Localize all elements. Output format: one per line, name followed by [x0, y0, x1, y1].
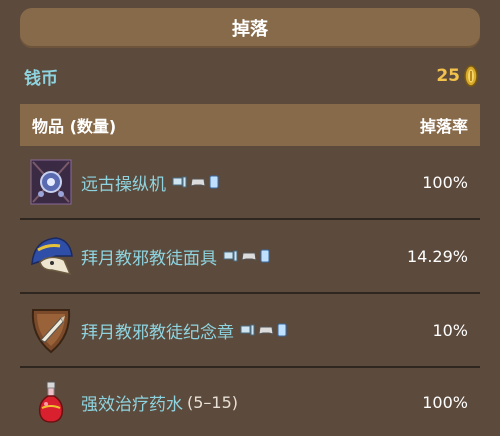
- item-link[interactable]: 拜月教邪教徒面具: [81, 244, 217, 269]
- coin-value-group: 25: [436, 65, 478, 87]
- gamepad-icon: [190, 178, 206, 187]
- item-cell: 拜月教邪教徒纪念章: [20, 293, 381, 368]
- table-row: 拜月教邪教徒纪念章 10%: [20, 293, 480, 368]
- gamepad-icon: [258, 326, 274, 335]
- table-row: 强效治疗药水 (5–15) 100%: [20, 367, 480, 436]
- pc-icon: [172, 176, 187, 188]
- item-link[interactable]: 拜月教邪教徒纪念章: [81, 318, 234, 343]
- column-header-item: 物品 (数量): [20, 104, 381, 146]
- drop-rate: 100%: [422, 392, 468, 412]
- table-header-row: 物品 (数量) 掉落率: [20, 104, 480, 146]
- pc-icon: [240, 324, 255, 336]
- drops-table: 物品 (数量) 掉落率 远古操纵机 100% 拜月教邪教徒面具 14.29% 拜…: [20, 104, 480, 436]
- healing-potion-icon[interactable]: [25, 376, 77, 428]
- item-cell: 强效治疗药水 (5–15): [20, 367, 380, 436]
- coin-row: 钱币 25: [20, 58, 478, 94]
- item-link[interactable]: 远古操纵机: [81, 170, 166, 195]
- coin-label[interactable]: 钱币: [20, 64, 58, 89]
- drops-panel: 掉落 钱币 25 物品 (数量) 掉落率 远古操纵机 100% 拜月教邪教徒面具…: [0, 0, 500, 436]
- mobile-icon: [260, 249, 270, 263]
- section-title: 掉落: [20, 8, 480, 48]
- platform-icons: [223, 249, 270, 263]
- table-row: 远古操纵机 100%: [20, 146, 480, 220]
- gamepad-icon: [241, 252, 257, 261]
- mobile-icon: [277, 323, 287, 337]
- item-quantity: (5–15): [187, 392, 239, 412]
- gold-coin-icon: [464, 65, 478, 87]
- drop-rate: 100%: [380, 146, 480, 220]
- ancient-manipulator-icon[interactable]: [25, 156, 77, 208]
- coin-value: 25: [436, 66, 460, 86]
- table-row: 拜月教邪教徒面具 14.29%: [20, 219, 480, 294]
- platform-icons: [240, 323, 287, 337]
- item-cell: 远古操纵机: [20, 146, 381, 220]
- column-header-rate: 掉落率: [380, 104, 480, 146]
- drop-rate: 14.29%: [380, 219, 480, 294]
- cultist-mask-icon[interactable]: [25, 230, 77, 282]
- item-cell: 拜月教邪教徒面具: [20, 219, 381, 294]
- platform-icons: [172, 175, 219, 189]
- drop-rate: 10%: [380, 293, 480, 368]
- mobile-icon: [209, 175, 219, 189]
- title-text: 掉落: [232, 19, 268, 40]
- pc-icon: [223, 250, 238, 262]
- item-link[interactable]: 强效治疗药水: [81, 390, 183, 415]
- cultist-relic-icon[interactable]: [25, 304, 77, 356]
